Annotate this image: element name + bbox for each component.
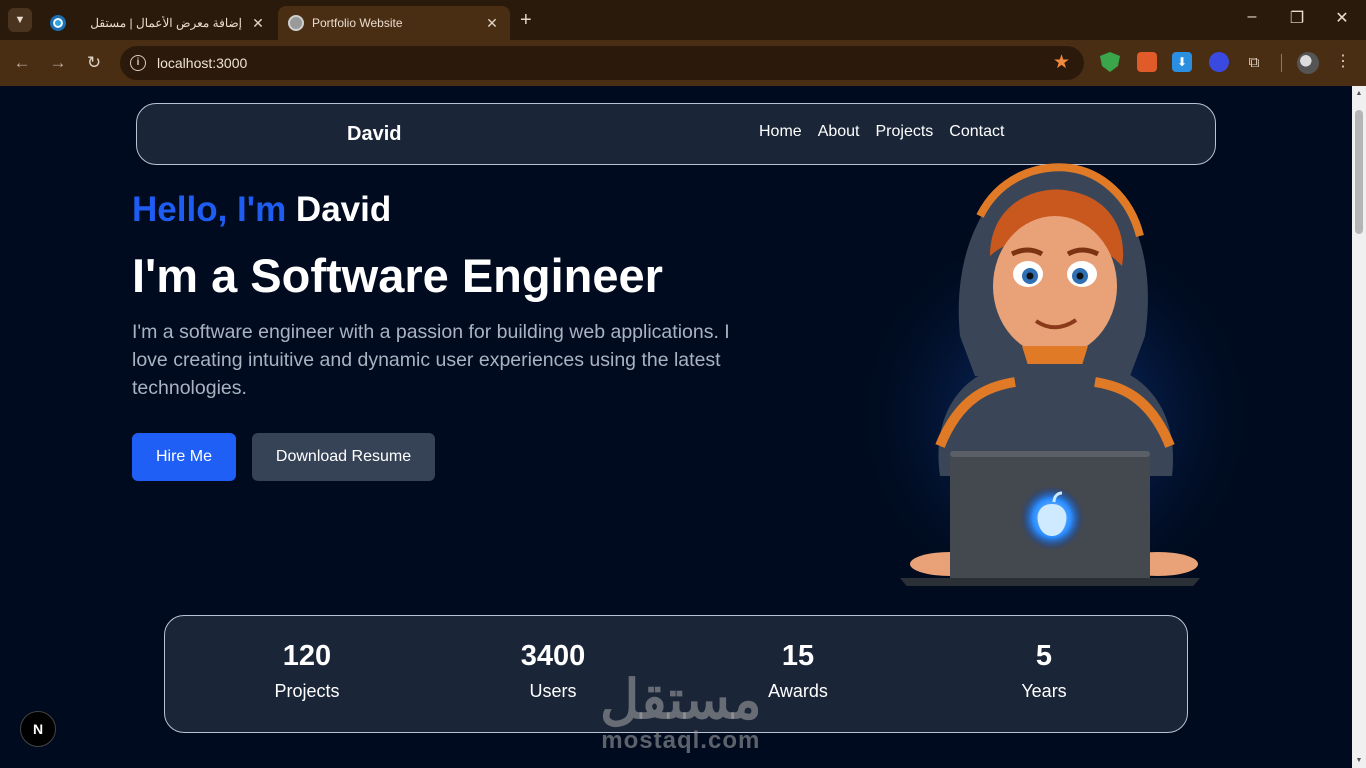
back-button[interactable]: ← [11,52,33,74]
nav-link-contact[interactable]: Contact [949,123,1004,141]
stat-years: 5 Years [964,640,1124,702]
minimize-button[interactable]: – [1240,8,1264,26]
browser-tab-mostaql[interactable]: إضافة معرض الأعمال | مستقل ✕ [40,6,276,40]
new-tab-button[interactable]: + [520,9,532,31]
download-extension-icon[interactable]: ⬇ [1172,52,1192,72]
arrow-left-icon: ← [13,53,31,72]
nav-links: Home About Projects Contact [759,123,1004,141]
nav-link-projects[interactable]: Projects [876,123,934,141]
stat-label: Projects [274,681,340,701]
page-scrollbar[interactable]: ▲ ▼ [1352,86,1366,768]
hire-me-button[interactable]: Hire Me [132,433,236,481]
tab-list-button[interactable]: ▼ [8,8,32,32]
hero-greeting: Hello, I'm David [132,190,391,230]
hero-role-heading: I'm a Software Engineer [132,249,663,302]
reload-icon: ↻ [86,53,102,72]
forward-button[interactable]: → [47,52,69,74]
stat-value: 3400 [520,640,586,672]
more-vert-icon[interactable]: ⋮ [1334,52,1352,72]
reload-button[interactable]: ↻ [83,52,105,74]
star-icon[interactable]: ★ [1053,51,1070,74]
nav-link-about[interactable]: About [818,123,860,141]
puzzle-icon[interactable]: ⧉ [1244,52,1264,72]
profile-avatar[interactable] [1297,52,1319,74]
stat-projects: 120 Projects [227,640,387,702]
nextjs-dev-badge[interactable]: N [20,711,56,747]
shield-extension-icon[interactable] [1100,52,1120,72]
brand-logo[interactable]: David [347,123,401,146]
mostaql-favicon-icon [50,15,66,31]
watermark-arabic: مستقل [600,670,762,730]
close-tab-icon[interactable]: ✕ [484,15,500,32]
close-window-button[interactable]: ✕ [1330,8,1354,28]
scroll-up-arrow-icon[interactable]: ▲ [1355,90,1363,97]
browser-toolbar: ← → ↻ i localhost:3000 ★ ⬇ ⧉ ⋮ [0,40,1366,86]
tab-title: Portfolio Website [312,16,403,30]
stat-value: 5 [1035,640,1053,672]
red-extension-icon[interactable] [1137,52,1157,72]
hero-name: David [295,190,392,229]
developer-illustration [850,163,1260,586]
nav-link-home[interactable]: Home [759,123,802,141]
stat-label: Years [1021,681,1067,701]
tab-title: إضافة معرض الأعمال | مستقل [90,16,242,30]
chevron-down-icon: ▼ [14,14,26,26]
browser-tab-bar: ▼ إضافة معرض الأعمال | مستقل ✕ Portfolio… [0,0,1366,40]
blue-extension-icon[interactable] [1209,52,1229,72]
restore-button[interactable]: ❐ [1285,8,1309,28]
watermark-latin: mostaql.com [601,727,761,754]
globe-icon [288,15,304,31]
scrollbar-thumb[interactable] [1355,110,1363,234]
url-text[interactable]: localhost:3000 [157,55,247,71]
info-icon[interactable]: i [130,55,146,71]
mostaql-watermark: مستقل mostaql.com [600,672,762,754]
portfolio-page: David Home About Projects Contact Hello,… [0,86,1352,768]
download-resume-button[interactable]: Download Resume [252,433,435,481]
address-bar[interactable]: i localhost:3000 ★ [120,46,1084,80]
hero-description: I'm a software engineer with a passion f… [132,321,730,399]
stat-value: 15 [781,640,815,672]
close-tab-icon[interactable]: ✕ [250,15,266,32]
browser-tab-portfolio[interactable]: Portfolio Website ✕ [278,6,510,40]
scroll-down-arrow-icon[interactable]: ▼ [1355,757,1363,764]
toolbar-divider [1281,54,1282,72]
stat-value: 120 [282,640,332,672]
greeting-text: Hello, I'm [132,190,287,229]
arrow-right-icon: → [49,53,67,72]
